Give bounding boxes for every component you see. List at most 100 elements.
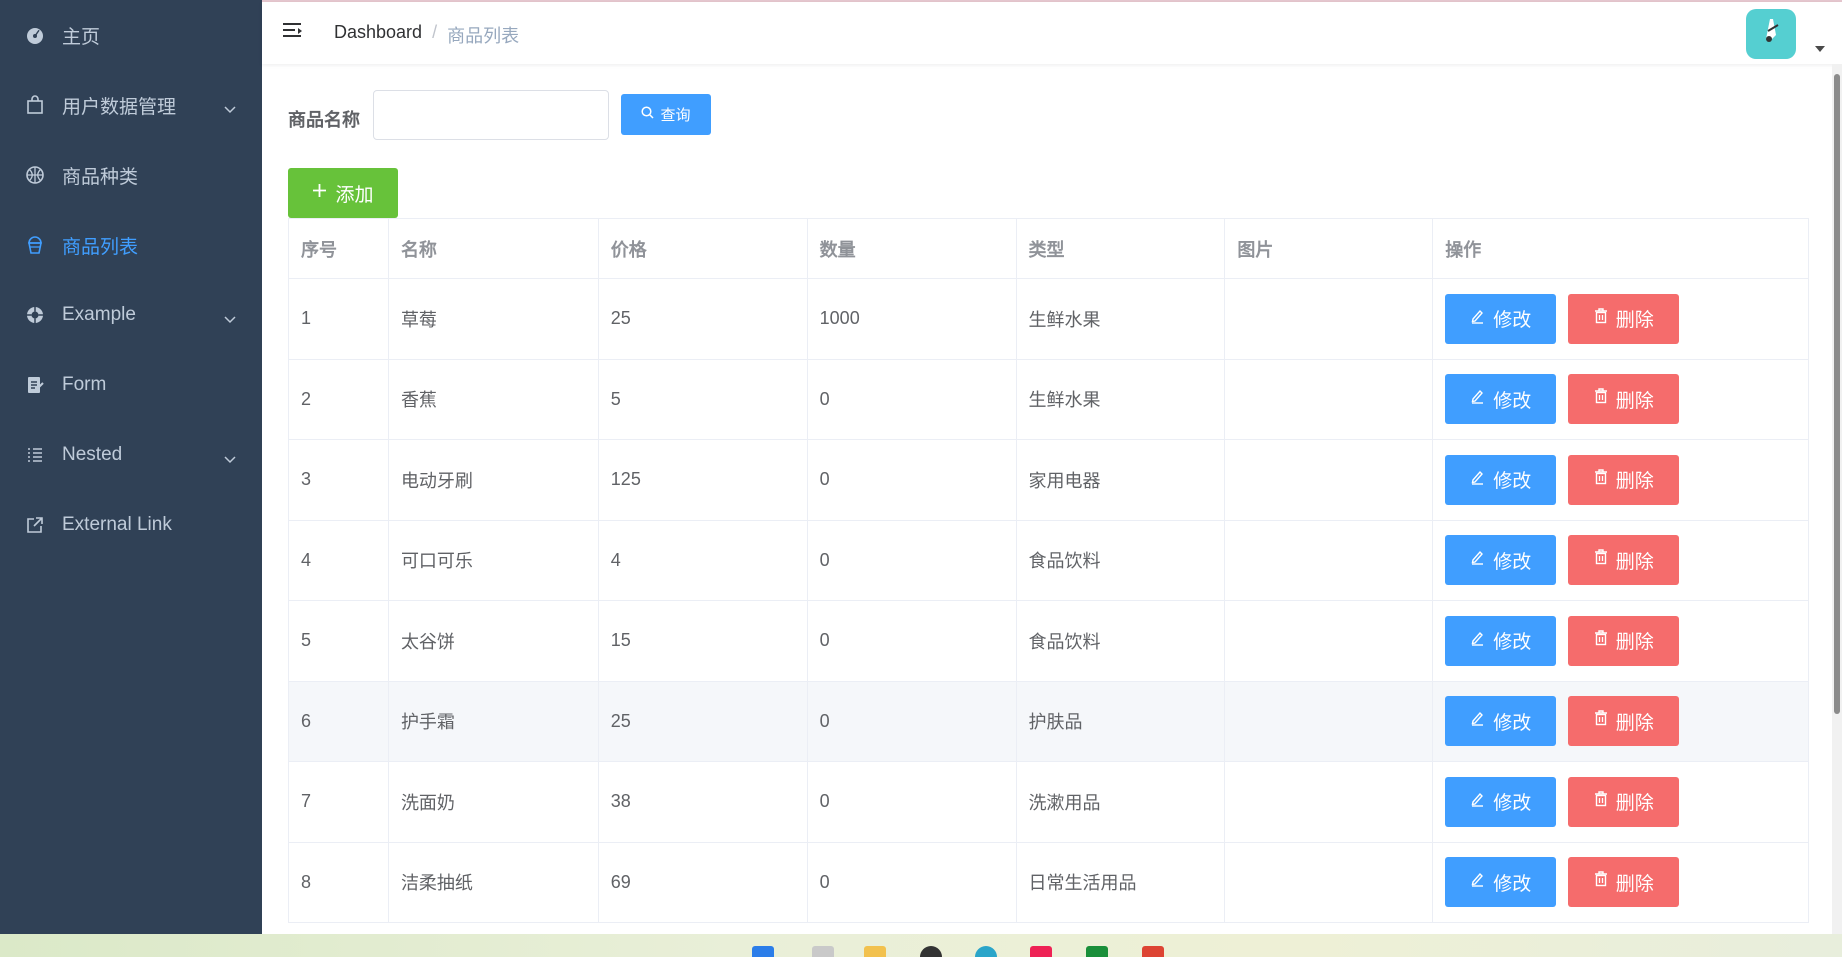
sidebar-item-form[interactable]: Form xyxy=(0,350,262,420)
table-cell xyxy=(1225,440,1434,520)
delete-button[interactable]: 删除 xyxy=(1568,776,1680,827)
edit-icon xyxy=(1470,308,1485,330)
table-row: 2 香蕉 5 0 生鲜水果 修改 删除 xyxy=(289,359,1809,440)
delete-button[interactable]: 删除 xyxy=(1568,615,1680,666)
table-header-row: 序号 名称 价格 数量 类型 图片 操作 xyxy=(289,219,1809,279)
scrollbar-thumb[interactable] xyxy=(1834,74,1840,714)
table-cell: 0 xyxy=(808,359,1017,439)
edit-icon xyxy=(1470,710,1485,732)
edit-button[interactable]: 修改 xyxy=(1445,696,1557,747)
sidebar-item-example[interactable]: Example xyxy=(0,280,262,350)
delete-button[interactable]: 删除 xyxy=(1568,696,1680,747)
search-button-label: 查询 xyxy=(660,107,691,124)
breadcrumb-home[interactable]: Dashboard xyxy=(334,22,422,48)
table-header: 数量 xyxy=(808,219,1017,278)
edit-button[interactable]: 修改 xyxy=(1445,776,1557,827)
table-cell: 5 xyxy=(289,601,389,681)
taskbar-app-icon[interactable] xyxy=(1030,946,1052,957)
search-icon xyxy=(641,106,655,123)
table-cell: 0 xyxy=(808,762,1017,842)
table-row: 3 电动牙刷 125 0 家用电器 修改 删除 xyxy=(289,440,1809,521)
table-cell: 生鲜水果 xyxy=(1017,359,1226,439)
table-cell: 太谷饼 xyxy=(389,601,599,681)
taskbar-app-icon[interactable] xyxy=(1142,946,1164,957)
sidebar-item-label: 用户数据管理 xyxy=(62,96,177,118)
table-cell: 草莓 xyxy=(389,279,599,359)
caret-down-icon[interactable] xyxy=(1815,46,1825,52)
edit-button-label: 修改 xyxy=(1493,310,1532,332)
sidebar-item-home[interactable]: 主页 xyxy=(0,0,262,70)
table-cell: 15 xyxy=(599,601,808,681)
table-row: 8 洁柔抽纸 69 0 日常生活用品 修改 删除 xyxy=(289,842,1809,923)
table-cell: 护肤品 xyxy=(1017,681,1226,761)
edit-button[interactable]: 修改 xyxy=(1445,615,1557,666)
table-header: 名称 xyxy=(389,219,599,278)
trash-icon xyxy=(1594,710,1608,732)
scrollbar[interactable] xyxy=(1832,64,1842,934)
edit-button-label: 修改 xyxy=(1493,873,1532,895)
product-name-label: 商品名称 xyxy=(288,110,360,130)
avatar[interactable] xyxy=(1746,9,1796,59)
taskbar-app-icon[interactable] xyxy=(812,946,834,957)
search-button[interactable]: 查询 xyxy=(621,94,711,135)
sidebar: 主页 用户数据管理 商品种类 商品列表 Example Form Nested … xyxy=(0,0,262,934)
edit-button[interactable]: 修改 xyxy=(1445,454,1557,505)
table-row: 6 护手霜 25 0 护肤品 修改 删除 xyxy=(289,681,1809,762)
delete-button[interactable]: 删除 xyxy=(1568,454,1680,505)
hamburger-icon[interactable] xyxy=(282,21,306,45)
main-content: 商品名称 查询 添加 序号 名称 价格 数量 类型 图片 操作 1 草莓 25 100… xyxy=(262,64,1832,934)
table-cell: 0 xyxy=(808,842,1017,922)
table-cell: 洁柔抽纸 xyxy=(389,842,599,922)
sidebar-item-label: 主页 xyxy=(62,26,101,48)
table-cell: 6 xyxy=(289,681,389,761)
trash-icon xyxy=(1594,630,1608,652)
plus-icon xyxy=(312,182,327,204)
sidebar-item-nested[interactable]: Nested xyxy=(0,420,262,490)
table-cell-actions: 修改 删除 xyxy=(1433,762,1809,842)
basketball-icon xyxy=(24,164,46,186)
table-cell: 0 xyxy=(808,520,1017,600)
delete-button[interactable]: 删除 xyxy=(1568,293,1680,344)
sidebar-item-categories[interactable]: 商品种类 xyxy=(0,140,262,210)
form-icon xyxy=(24,374,46,396)
sidebar-item-label: Nested xyxy=(62,444,123,465)
browser-icon[interactable] xyxy=(975,946,997,957)
table-row: 7 洗面奶 38 0 洗漱用品 修改 删除 xyxy=(289,762,1809,843)
table-row: 5 太谷饼 15 0 食品饮料 修改 删除 xyxy=(289,601,1809,682)
table-cell-actions: 修改 删除 xyxy=(1433,440,1809,520)
edit-button[interactable]: 修改 xyxy=(1445,535,1557,586)
add-button[interactable]: 添加 xyxy=(288,168,398,218)
trash-icon xyxy=(1594,791,1608,813)
table-cell: 洗漱用品 xyxy=(1017,762,1226,842)
taskbar-app-icon[interactable] xyxy=(920,946,942,957)
sidebar-item-products[interactable]: 商品列表 xyxy=(0,210,262,280)
delete-button[interactable]: 删除 xyxy=(1568,857,1680,908)
table-cell: 生鲜水果 xyxy=(1017,279,1226,359)
taskbar-app-icon[interactable] xyxy=(1086,946,1108,957)
delete-button-label: 删除 xyxy=(1615,793,1654,815)
edit-button[interactable]: 修改 xyxy=(1445,293,1557,344)
table-cell xyxy=(1225,601,1434,681)
shopping-bag-icon xyxy=(24,94,46,116)
table-cell-actions: 修改 删除 xyxy=(1433,279,1809,359)
table-cell: 25 xyxy=(599,279,808,359)
folder-icon[interactable] xyxy=(864,946,886,957)
sidebar-item-user-data[interactable]: 用户数据管理 xyxy=(0,70,262,140)
edit-button[interactable]: 修改 xyxy=(1445,374,1557,425)
ice-cream-icon xyxy=(24,234,46,256)
delete-button[interactable]: 删除 xyxy=(1568,535,1680,586)
table-cell: 日常生活用品 xyxy=(1017,842,1226,922)
table-cell: 1000 xyxy=(808,279,1017,359)
table-cell xyxy=(1225,842,1434,922)
table-cell xyxy=(1225,762,1434,842)
sidebar-item-label: External Link xyxy=(62,514,172,535)
table-cell: 3 xyxy=(289,440,389,520)
product-name-input[interactable] xyxy=(373,90,609,140)
table-row: 1 草莓 25 1000 生鲜水果 修改 删除 xyxy=(289,279,1809,360)
delete-button-label: 删除 xyxy=(1615,712,1654,734)
delete-button[interactable]: 删除 xyxy=(1568,374,1680,425)
edit-button[interactable]: 修改 xyxy=(1445,857,1557,908)
chevron-down-icon xyxy=(224,308,236,330)
sidebar-item-external-link[interactable]: External Link xyxy=(0,490,262,560)
windows-start-icon[interactable] xyxy=(752,946,774,957)
